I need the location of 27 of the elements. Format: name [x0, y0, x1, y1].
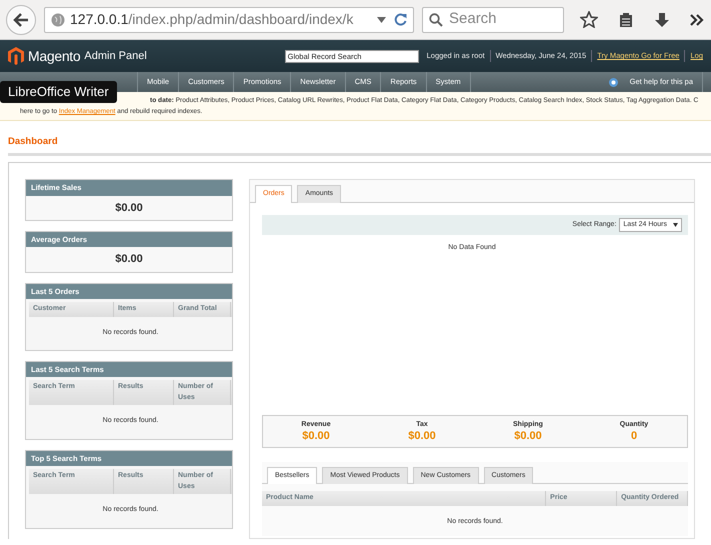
clipboard-icon[interactable]: [618, 12, 634, 28]
widget-value: $0.00: [114, 200, 144, 216]
url-path: /index.php/admin/dashboard/index/k: [128, 11, 354, 27]
download-icon[interactable]: [654, 12, 670, 28]
star-icon[interactable]: [580, 11, 598, 28]
dropdown-caret-icon[interactable]: [377, 16, 386, 22]
url-host: 127.0.0.1: [70, 11, 128, 27]
globe-icon: [51, 12, 65, 26]
reload-icon[interactable]: [394, 13, 407, 26]
search-field[interactable]: Search: [422, 6, 564, 32]
back-button[interactable]: [6, 4, 36, 34]
back-arrow-icon: [13, 12, 29, 26]
address-bar[interactable]: 127.0.0.1/index.php/admin/dashboard/index/k: [44, 6, 414, 32]
brand-subtitle: Admin Panel: [84, 48, 147, 64]
total-value: $0.00: [407, 430, 437, 442]
help-icon: [608, 78, 618, 86]
total-value: $0.00: [513, 430, 543, 442]
caret-icon: [673, 223, 678, 227]
brand-name: Magento: [28, 46, 80, 66]
magento-logo-icon: [8, 47, 24, 65]
page-title: Dashboard: [8, 135, 711, 156]
total-value: 0: [630, 430, 638, 442]
widget-value: $0.00: [114, 252, 144, 268]
total-value: $0.00: [301, 430, 331, 442]
search-icon: [429, 12, 443, 26]
tooltip: LibreOffice Writer: [0, 81, 117, 103]
overflow-chevron-icon[interactable]: [690, 14, 704, 26]
